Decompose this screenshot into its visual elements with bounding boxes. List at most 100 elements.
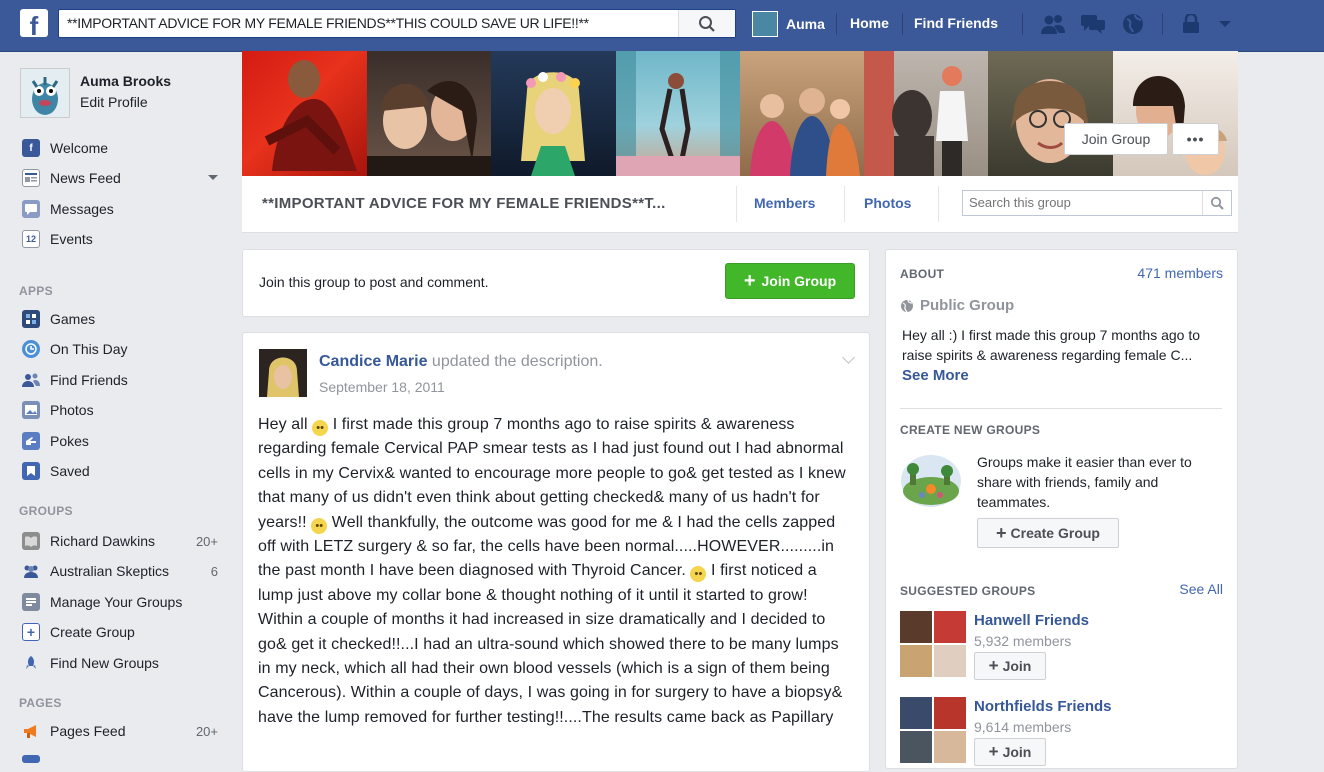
create-group-button[interactable]: + Create Group [977, 518, 1119, 548]
group-title[interactable]: **IMPORTANT ADVICE FOR MY FEMALE FRIENDS… [262, 195, 666, 212]
sidebar-item-photos[interactable]: Photos [22, 399, 222, 421]
messages-icon[interactable] [1080, 12, 1106, 36]
group-search-button[interactable] [1202, 191, 1231, 215]
sidebar-item-pokes[interactable]: Pokes [22, 430, 222, 452]
news-feed-icon [22, 169, 40, 187]
sidebar-item-manage-groups[interactable]: Manage Your Groups [22, 591, 222, 613]
join-prompt-text: Join this group to post and comment. [259, 274, 489, 290]
profile-name[interactable]: Auma Brooks [80, 73, 171, 89]
sidebar-item-on-this-day[interactable]: On This Day [22, 338, 222, 360]
join-group-button[interactable]: + Join Group [725, 263, 855, 299]
group-search-input[interactable] [969, 195, 1199, 210]
tab-members[interactable]: Members [754, 195, 815, 211]
create-groups-text: Groups make it easier than ever to share… [977, 454, 1192, 510]
avatar [752, 11, 778, 37]
group-search-box[interactable] [962, 190, 1232, 216]
friend-requests-icon[interactable] [1040, 12, 1066, 36]
about-header: ABOUT [900, 267, 945, 281]
sidebar-item-events[interactable]: 12 Events [22, 228, 222, 250]
members-count-link[interactable]: 471 members [1137, 265, 1223, 281]
home-link[interactable]: Home [850, 15, 889, 31]
facebook-logo-icon[interactable]: f [20, 9, 48, 37]
profile-link[interactable]: Auma [752, 11, 825, 37]
join-group-button-label: Join Group [761, 273, 837, 289]
pages-section-header: PAGES [19, 696, 62, 710]
bookmark-icon [22, 462, 40, 480]
sidebar-item-welcome[interactable]: f Welcome [22, 137, 222, 159]
sidebar-item-find-new-groups[interactable]: Find New Groups [22, 652, 222, 674]
see-more-link[interactable]: See More [902, 367, 969, 384]
sidebar-item-create-group[interactable]: + Create Group [22, 621, 222, 643]
megaphone-icon [22, 722, 40, 740]
author-avatar[interactable] [259, 349, 307, 397]
photos-icon [22, 401, 40, 419]
cover-photo-tile [1113, 51, 1238, 176]
globe-icon [901, 299, 913, 312]
search-bar[interactable]: **IMPORTANT ADVICE FOR MY FEMALE FRIENDS… [58, 9, 736, 38]
group-description: Hey all :) I first made this group 7 mon… [902, 327, 1201, 363]
sidebar-item-label: Games [50, 311, 96, 327]
group-cover-photo [242, 51, 1238, 176]
notifications-globe-icon[interactable] [1120, 12, 1146, 36]
privacy-label: Public Group [920, 297, 1015, 314]
frown-emoji-icon: •• [690, 566, 707, 583]
sidebar-item-label: Find Friends [50, 372, 128, 388]
search-button[interactable] [678, 10, 735, 37]
profile-shortcut[interactable]: Auma Brooks Edit Profile [20, 68, 220, 118]
tab-photos[interactable]: Photos [864, 195, 911, 211]
games-icon [22, 310, 40, 328]
notification-count: 6 [210, 563, 218, 579]
sidebar-item-games[interactable]: Games [22, 308, 222, 330]
join-suggested-group-button[interactable]: + Join [974, 652, 1046, 680]
suggested-group-thumbnail[interactable] [900, 611, 966, 677]
chevron-down-icon[interactable] [208, 175, 218, 180]
join-label: Join [1002, 744, 1032, 760]
post-timestamp[interactable]: September 18, 2011 [319, 379, 445, 395]
divider [938, 186, 939, 222]
post-author-link[interactable]: Candice Marie [319, 353, 427, 370]
sidebar-item-messages[interactable]: Messages [22, 198, 222, 220]
join-suggested-group-button[interactable]: + Join [974, 738, 1046, 766]
page-icon [22, 755, 40, 763]
cover-photo-tile [864, 51, 988, 176]
cover-join-group-button[interactable]: Join Group [1064, 123, 1168, 155]
post-options-chevron-down-icon[interactable] [842, 351, 855, 364]
clock-icon [22, 340, 40, 358]
join-group-card: Join this group to post and comment. + J… [242, 249, 870, 317]
notification-count: 20+ [195, 533, 218, 549]
sidebar-item-pages-feed[interactable]: Pages Feed 20+ [22, 720, 222, 742]
suggested-group-thumbnail[interactable] [900, 697, 966, 763]
sidebar-item-partial[interactable] [22, 748, 222, 770]
more-options-icon[interactable]: ••• [1172, 123, 1219, 155]
sidebar-item-news-feed[interactable]: News Feed [22, 167, 222, 189]
privacy-lock-icon[interactable] [1178, 12, 1204, 36]
edit-profile-link[interactable]: Edit Profile [80, 94, 148, 110]
sidebar-item-find-friends[interactable]: Find Friends [22, 369, 222, 391]
top-bar: f **IMPORTANT ADVICE FOR MY FEMALE FRIEN… [0, 0, 1324, 52]
sidebar-item-saved[interactable]: Saved [22, 460, 222, 482]
friends-icon [22, 371, 40, 389]
sidebar-item-richard-dawkins[interactable]: Richard Dawkins 20+ [22, 530, 222, 552]
suggested-group-name[interactable]: Northfields Friends [974, 698, 1112, 715]
search-input[interactable]: **IMPORTANT ADVICE FOR MY FEMALE FRIENDS… [67, 15, 589, 31]
post-text: Hey all [258, 416, 313, 433]
sidebar-item-label: Messages [50, 201, 114, 217]
see-all-link[interactable]: See All [1179, 581, 1223, 597]
sidebar-item-label: Create Group [50, 624, 135, 640]
find-friends-link[interactable]: Find Friends [914, 15, 998, 31]
cover-photo-tile [242, 51, 367, 176]
messages-icon [22, 200, 40, 218]
notification-count: 20+ [195, 723, 218, 739]
rocket-icon [22, 654, 40, 672]
suggested-group-name[interactable]: Hanwell Friends [974, 612, 1089, 629]
search-icon [699, 15, 715, 32]
divider [902, 13, 903, 35]
suggested-groups-header: SUGGESTED GROUPS [900, 584, 1036, 598]
account-menu-chevron-down-icon[interactable] [1212, 12, 1238, 36]
divider [736, 186, 737, 222]
post-body: Hey all •• I first made this group 7 mon… [258, 413, 848, 730]
sidebar-item-label: Welcome [50, 140, 109, 156]
post-header: Candice Marie updated the description. [319, 353, 603, 371]
sidebar-item-australian-skeptics[interactable]: Australian Skeptics 6 [22, 560, 222, 582]
facebook-icon: f [22, 139, 40, 157]
